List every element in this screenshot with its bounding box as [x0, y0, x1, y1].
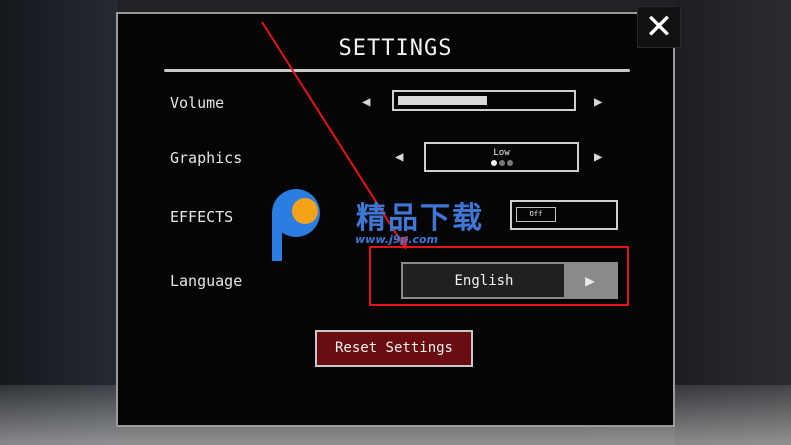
graphics-label: Graphics	[170, 149, 243, 167]
graphics-prev-arrow-icon[interactable]: ◀	[395, 149, 403, 165]
volume-slider[interactable]	[392, 90, 576, 111]
volume-slider-fill	[398, 96, 487, 105]
graphics-level-dot	[490, 160, 497, 166]
watermark-text: 精品下载	[356, 201, 484, 236]
effects-toggle[interactable]: Off	[516, 207, 556, 222]
graphics-next-arrow-icon[interactable]: ▶	[594, 149, 602, 165]
effects-label: EFFECTS	[170, 208, 234, 226]
volume-label: Volume	[170, 94, 225, 112]
title-divider	[164, 69, 630, 72]
graphics-selector[interactable]: Low	[424, 142, 579, 172]
graphics-level-dot	[506, 160, 513, 166]
graphics-value: Low	[493, 148, 510, 158]
language-label: Language	[170, 272, 243, 290]
effects-toggle-frame: Off	[510, 200, 618, 230]
graphics-level-dot	[498, 160, 505, 166]
graphics-level-dots	[426, 160, 577, 168]
watermark-url: www.j9p.com	[355, 233, 438, 246]
settings-title: SETTINGS	[338, 36, 453, 61]
background-wall-left	[0, 0, 118, 445]
volume-increase-arrow-icon[interactable]: ▶	[594, 94, 602, 110]
background-wall-right	[675, 0, 791, 445]
volume-decrease-arrow-icon[interactable]: ◀	[362, 94, 370, 110]
reset-settings-button[interactable]: Reset Settings	[315, 330, 473, 367]
close-icon[interactable]: ✕	[637, 6, 681, 48]
